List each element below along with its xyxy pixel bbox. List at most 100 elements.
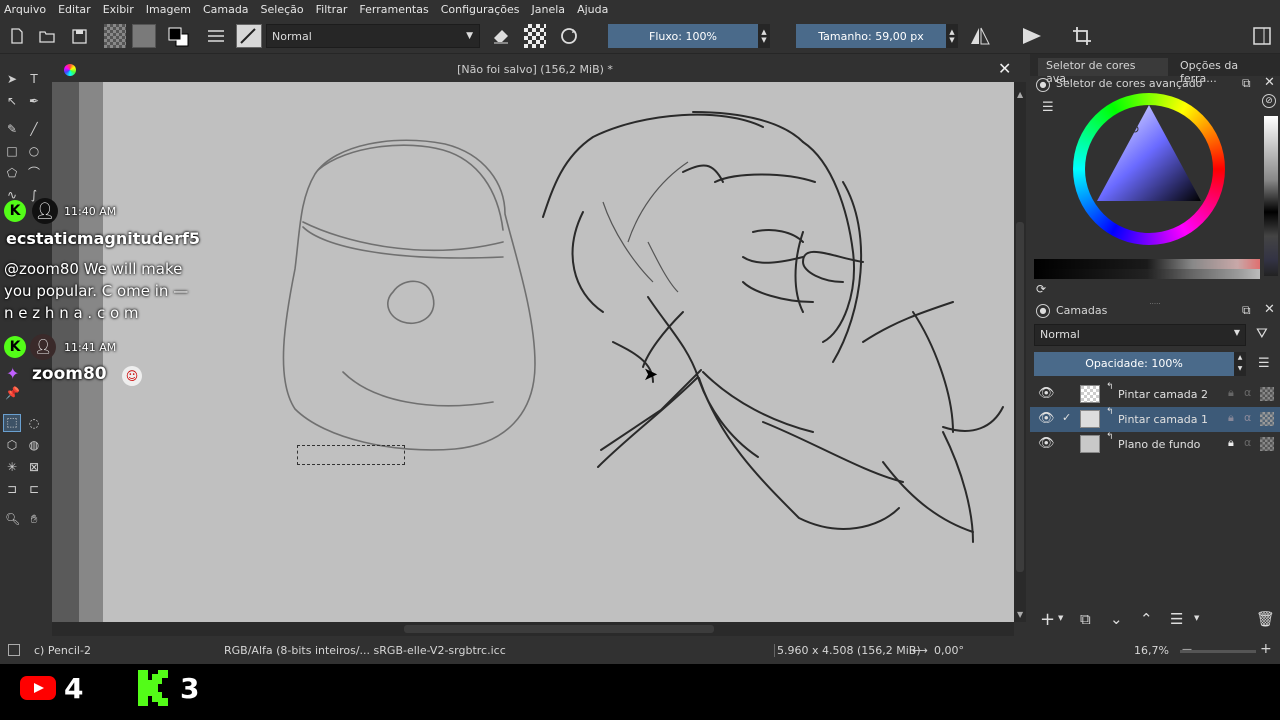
close-docker-icon[interactable]: ✕ [1264,75,1275,90]
inherit-alpha-icon[interactable] [1260,387,1274,401]
layer-menu-icon[interactable]: ☰ [1258,356,1270,371]
scroll-down-icon[interactable]: ▼ [1017,610,1023,619]
mirror-horizontal-icon[interactable] [968,24,992,48]
vertical-scrollbar[interactable]: ▲ ▼ [1014,82,1026,622]
move-layer-down-icon[interactable]: ⌄ [1110,610,1123,628]
menu-exibir[interactable]: Exibir [103,3,134,16]
lock-layers-docker-icon[interactable]: ● [1036,304,1050,318]
refresh-colors-icon[interactable]: ⟳ [1036,282,1046,296]
float-layers-icon[interactable]: ⧉ [1242,303,1251,318]
rectangular-selection-icon[interactable]: ⬚ [3,414,21,432]
gradient-preset-icon[interactable] [104,24,126,48]
edit-shapes-icon[interactable]: ↖ [5,94,19,108]
horizontal-scroll-thumb[interactable] [404,625,714,633]
layer-row[interactable]: 👁︎ ↰ Pintar camada 2 🔒︎ α [1030,382,1280,407]
menu-janela[interactable]: Janela [532,3,566,16]
menu-editar[interactable]: Editar [58,3,91,16]
chevron-down-icon[interactable]: ▼ [1194,614,1199,622]
lock-icon[interactable]: 🔒︎ [1228,436,1234,450]
lock-docker-icon[interactable]: ● [1036,78,1050,92]
brush-settings-icon[interactable] [206,24,226,48]
contiguous-selection-icon[interactable]: ✳ [5,460,19,474]
scroll-up-icon[interactable]: ▲ [1017,90,1023,99]
pattern-preset-icon[interactable] [132,24,156,48]
zoom-in-icon[interactable]: + [1260,641,1272,657]
menu-configuracoes[interactable]: Configurações [441,3,520,16]
brush-preset-icon[interactable] [236,24,262,48]
menu-selecao[interactable]: Seleção [261,3,304,16]
close-layers-icon[interactable]: ✕ [1264,302,1275,317]
alpha-lock-icon[interactable]: α [1244,386,1251,399]
dockers-toggle-icon[interactable] [1250,24,1274,48]
menu-ajuda[interactable]: Ajuda [577,3,608,16]
polyline-tool-icon[interactable]: ⌒ [27,166,41,180]
polygonal-selection-icon[interactable]: ⬡ [5,438,19,452]
reload-preset-icon[interactable] [556,24,582,48]
visibility-eye-icon[interactable]: 👁︎ [1038,386,1055,401]
layer-blend-mode-select[interactable]: Normal ▼ [1034,324,1246,346]
magnetic-selection-icon[interactable]: ⊏ [27,482,41,496]
zoom-out-icon[interactable]: — [1182,644,1192,655]
color-history-strip[interactable] [1264,116,1278,276]
visibility-eye-icon[interactable]: 👁︎ [1038,411,1055,426]
preserve-alpha-icon[interactable] [524,24,546,48]
eraser-icon[interactable] [490,24,512,48]
menu-arquivo[interactable]: Arquivo [4,3,46,16]
ellipse-tool-icon[interactable]: ○ [27,144,41,158]
mirror-vertical-icon[interactable] [1020,24,1044,48]
opacity-spinner[interactable]: ▲ ▼ [1234,352,1246,376]
add-layer-icon[interactable]: + [1040,609,1055,630]
lock-icon[interactable]: 🔒︎ [1228,386,1234,400]
alpha-lock-icon[interactable]: α [1244,411,1251,424]
color-patches-row-1[interactable] [1034,259,1260,269]
inherit-alpha-icon[interactable] [1260,412,1274,426]
inherit-alpha-icon[interactable] [1260,437,1274,451]
no-color-icon[interactable]: ⊘ [1262,94,1276,108]
delete-layer-icon[interactable]: 🗑︎ [1256,610,1275,628]
chevron-down-icon[interactable]: ▼ [1058,614,1063,622]
size-spinner[interactable]: ▲ ▼ [946,24,958,48]
flow-spinner[interactable]: ▲ ▼ [758,24,770,48]
duplicate-layer-icon[interactable]: ⧉ [1080,610,1091,628]
save-icon[interactable] [70,24,88,48]
opacity-slider[interactable]: Opacidade: 100% [1034,352,1234,376]
color-patches-row-2[interactable] [1034,269,1260,279]
blend-mode-select[interactable]: Normal ▼ [266,24,480,48]
marquee-selection[interactable] [297,445,405,465]
polygon-tool-icon[interactable]: ⬠ [5,166,19,180]
visibility-eye-icon[interactable]: 👁︎ [1038,436,1055,451]
zoom-tool-icon[interactable]: 🔍︎ [5,512,20,526]
size-slider[interactable]: Tamanho: 59,00 px [796,24,946,48]
flow-slider[interactable]: Fluxo: 100% [608,24,758,48]
tab-tool-options[interactable]: Opções da ferra... [1172,58,1276,85]
text-tool-icon[interactable]: T [27,72,41,86]
freehand-selection-icon[interactable]: ◍ [27,438,41,452]
similar-selection-icon[interactable]: ⊠ [27,460,41,474]
canvas-paper[interactable]: ➤ [103,82,1014,622]
selection-mode-icon[interactable] [8,644,20,656]
rectangle-tool-icon[interactable]: □ [5,144,19,158]
open-document-icon[interactable] [38,24,56,48]
vertical-scroll-thumb[interactable] [1016,222,1024,572]
menu-camada[interactable]: Camada [203,3,249,16]
elliptical-selection-icon[interactable]: ◌ [27,416,41,430]
menu-filtrar[interactable]: Filtrar [316,3,348,16]
move-layer-up-icon[interactable]: ⌃ [1140,610,1153,628]
new-document-icon[interactable] [8,24,26,48]
crop-wraparound-icon[interactable] [1070,24,1094,48]
layer-properties-icon[interactable]: ☰ [1170,610,1183,628]
filter-icon[interactable]: ⛛ [1256,326,1268,342]
alpha-lock-icon[interactable]: α [1244,436,1251,449]
bezier-selection-icon[interactable]: ⊐ [5,482,19,496]
menu-imagem[interactable]: Imagem [146,3,191,16]
horizontal-scrollbar[interactable] [52,622,1014,636]
calligraphy-icon[interactable]: ✒ [27,94,41,108]
line-tool-icon[interactable]: ╱ [27,122,41,136]
menu-ferramentas[interactable]: Ferramentas [359,3,428,16]
select-shapes-icon[interactable]: ➤ [5,72,19,86]
float-docker-icon[interactable]: ⧉ [1242,76,1251,91]
color-wheel[interactable] [1073,93,1225,245]
freehand-brush-icon[interactable]: ✎ [5,122,19,136]
close-document-icon[interactable]: ✕ [998,59,1011,78]
pan-tool-icon[interactable]: ✋︎ [27,512,41,526]
